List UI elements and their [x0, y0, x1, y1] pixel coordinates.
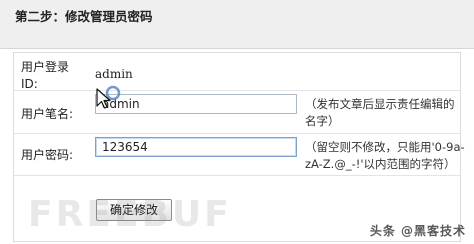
pen-name-input[interactable] — [95, 94, 297, 114]
freebuf-watermark: FREEBUF — [28, 194, 232, 235]
step-header: 第二步：修改管理员密码 — [0, 0, 474, 49]
username-value: admin — [95, 67, 133, 81]
row-divider — [14, 133, 460, 134]
step-title: 第二步：修改管理员密码 — [15, 9, 153, 24]
password-hint: （留空则不修改，只能用'0-9a-zA-Z.@_-!'以内范围的字符） — [305, 140, 465, 171]
pen-name-label: 用户笔名: — [21, 107, 74, 121]
row-divider — [14, 90, 460, 91]
source-credit: 头条 @黑客技术 — [369, 224, 466, 238]
username-label: 用户登录ID: — [21, 60, 70, 91]
password-label: 用户密码: — [21, 148, 74, 162]
row-divider — [14, 175, 460, 176]
password-input[interactable] — [95, 137, 297, 157]
mouse-cursor-icon — [96, 85, 121, 109]
pen-name-hint: （发布文章后显示责任编辑的名字） — [305, 97, 455, 128]
